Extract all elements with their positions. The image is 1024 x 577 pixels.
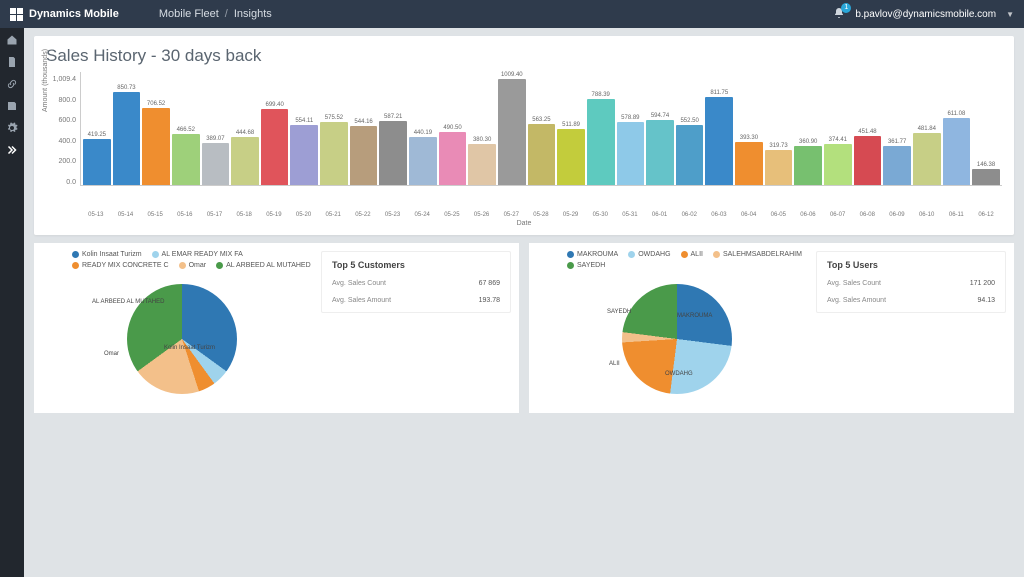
bar[interactable]: 490.50 xyxy=(439,72,467,185)
bar[interactable]: 811.75 xyxy=(705,72,733,185)
bar[interactable]: 611.08 xyxy=(943,72,971,185)
legend-item[interactable]: Omar xyxy=(179,262,207,269)
users-pie: MAKROUMA OWDAHG ALII SAYEDH xyxy=(537,273,816,405)
users-card: MAKROUMA OWDAHG ALII SALEHMSABDELRAHIM SAYED… xyxy=(529,243,1014,413)
legend-item[interactable]: READY MIX CONCRETE C xyxy=(72,262,169,269)
bar[interactable]: 481.84 xyxy=(913,72,941,185)
notif-badge: 1 xyxy=(841,3,851,13)
legend-item[interactable]: AL ARBEED AL MUTAHED xyxy=(216,262,311,269)
brand-name: Dynamics Mobile xyxy=(29,8,119,20)
bar[interactable]: 594.74 xyxy=(646,72,674,185)
breadcrumb-root[interactable]: Mobile Fleet xyxy=(159,8,219,20)
bar[interactable]: 575.52 xyxy=(320,72,348,185)
bar[interactable]: 552.50 xyxy=(676,72,704,185)
bar[interactable]: 444.68 xyxy=(231,72,259,185)
breadcrumb: Mobile Fleet / Insights xyxy=(159,8,272,20)
customers-legend: Kolin Insaat Turizm AL EMAR READY MIX FA R… xyxy=(72,251,321,269)
legend-item[interactable]: Kolin Insaat Turizm xyxy=(72,251,142,258)
bar[interactable]: 451.48 xyxy=(854,72,882,185)
page-title: Sales History - 30 days back xyxy=(46,46,1002,66)
bar[interactable]: 587.21 xyxy=(379,72,407,185)
expand-icon[interactable] xyxy=(6,144,18,156)
x-axis-ticks: 05-1305-1405-1505-1605-1705-1805-1905-20… xyxy=(80,212,1002,218)
breadcrumb-leaf[interactable]: Insights xyxy=(234,8,272,20)
legend-item[interactable]: SAYEDH xyxy=(567,262,605,269)
user-email[interactable]: b.pavlov@dynamicsmobile.com xyxy=(855,9,996,20)
legend-item[interactable]: SALEHMSABDELRAHIM xyxy=(713,251,802,258)
bar[interactable]: 850.73 xyxy=(113,72,141,185)
bar[interactable]: 788.39 xyxy=(587,72,615,185)
breadcrumb-sep: / xyxy=(225,8,228,20)
chevron-down-icon[interactable]: ▼ xyxy=(1006,10,1014,19)
top-bar: Dynamics Mobile Mobile Fleet / Insights … xyxy=(0,0,1024,28)
doc-icon[interactable] xyxy=(6,56,18,68)
bar[interactable]: 361.77 xyxy=(883,72,911,185)
bar[interactable]: 419.25 xyxy=(83,72,111,185)
bar[interactable]: 699.40 xyxy=(261,72,289,185)
users-stats-title: Top 5 Users xyxy=(827,260,995,270)
bar[interactable]: 360.90 xyxy=(794,72,822,185)
bar[interactable]: 706.52 xyxy=(142,72,170,185)
brand-logo[interactable]: Dynamics Mobile xyxy=(10,8,119,21)
save-icon[interactable] xyxy=(6,100,18,112)
bar[interactable]: 544.16 xyxy=(350,72,378,185)
legend-item[interactable]: ALII xyxy=(681,251,703,258)
plot-area: 419.25850.73706.52466.52389.07444.68699.… xyxy=(80,72,1002,186)
sales-history-panel: Sales History - 30 days back Amount (tho… xyxy=(34,36,1014,235)
pie-chart-icon xyxy=(622,284,732,394)
y-axis: 1,009.4 800.0 600.0 400.0 200.0 0.0 xyxy=(46,76,80,186)
legend-item[interactable]: OWDAHG xyxy=(628,251,670,258)
main-content: Sales History - 30 days back Amount (tho… xyxy=(24,28,1024,577)
bar[interactable]: 389.07 xyxy=(202,72,230,185)
bar-chart: Amount (thousands) 1,009.4 800.0 600.0 4… xyxy=(46,72,1002,212)
logo-icon xyxy=(10,8,23,21)
bar[interactable]: 578.89 xyxy=(617,72,645,185)
bar[interactable]: 380.30 xyxy=(468,72,496,185)
bar[interactable]: 319.73 xyxy=(765,72,793,185)
sidebar xyxy=(0,28,24,577)
legend-item[interactable]: AL EMAR READY MIX FA xyxy=(152,251,243,258)
bar[interactable]: 146.38 xyxy=(972,72,1000,185)
bar[interactable]: 1009.40 xyxy=(498,72,526,185)
users-legend: MAKROUMA OWDAHG ALII SALEHMSABDELRAHIM SAYED… xyxy=(567,251,816,269)
y-axis-label: Amount (thousands) xyxy=(42,49,49,112)
bar[interactable]: 440.19 xyxy=(409,72,437,185)
customers-stats-title: Top 5 Customers xyxy=(332,260,500,270)
bar[interactable]: 511.89 xyxy=(557,72,585,185)
gear-icon[interactable] xyxy=(6,122,18,134)
legend-item[interactable]: MAKROUMA xyxy=(567,251,618,258)
bar[interactable]: 393.30 xyxy=(735,72,763,185)
link-icon[interactable] xyxy=(6,78,18,90)
home-icon[interactable] xyxy=(6,34,18,46)
bar[interactable]: 466.52 xyxy=(172,72,200,185)
x-axis-label: Date xyxy=(46,220,1002,227)
bar[interactable]: 374.41 xyxy=(824,72,852,185)
user-area: 1 b.pavlov@dynamicsmobile.com ▼ xyxy=(833,7,1014,22)
users-stats: Top 5 Users Avg. Sales Count171 200 Avg.… xyxy=(816,251,1006,313)
notifications-button[interactable]: 1 xyxy=(833,7,845,22)
customers-card: Kolin Insaat Turizm AL EMAR READY MIX FA R… xyxy=(34,243,519,413)
bar[interactable]: 563.25 xyxy=(528,72,556,185)
bar[interactable]: 554.11 xyxy=(290,72,318,185)
customers-pie: AL ARBEED AL MUTAHED Kolin Insaat Turizm… xyxy=(42,273,321,405)
customers-stats: Top 5 Customers Avg. Sales Count67 869 A… xyxy=(321,251,511,313)
